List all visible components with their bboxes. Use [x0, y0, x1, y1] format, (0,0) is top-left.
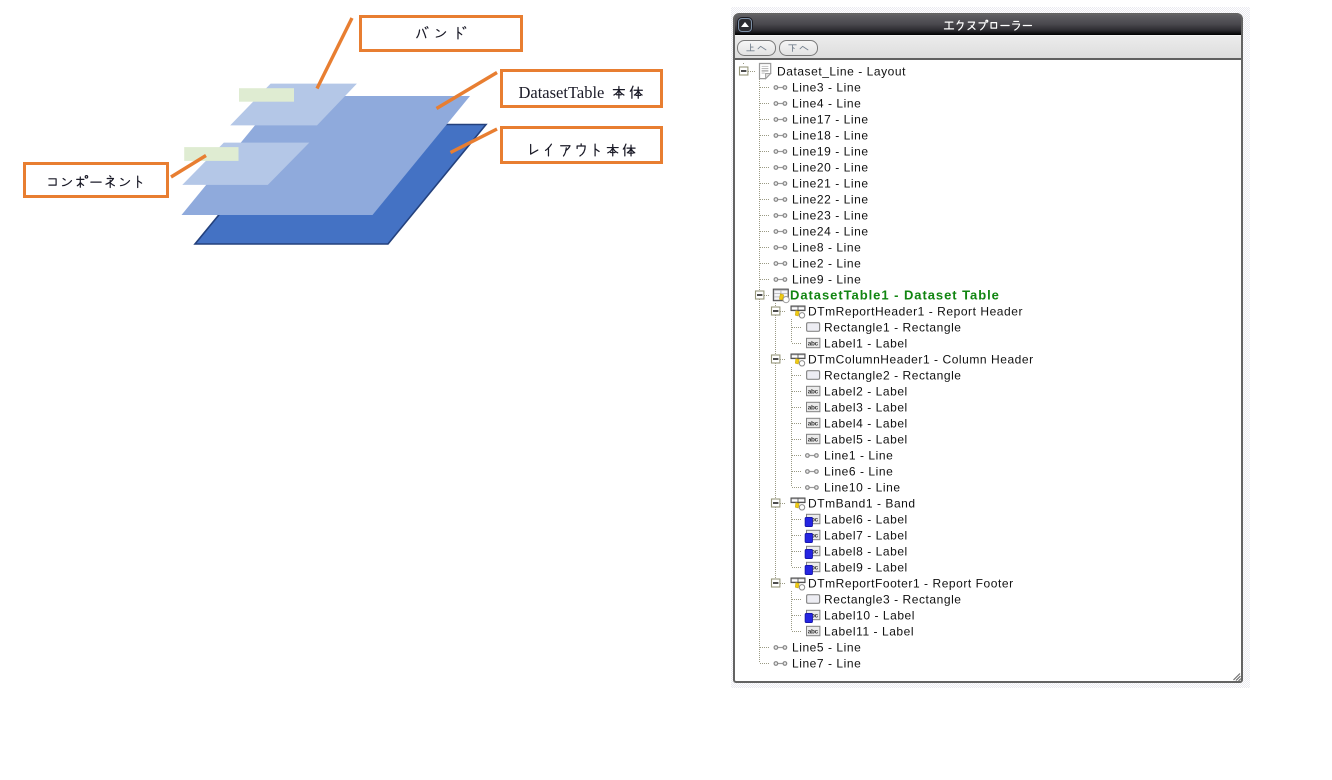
svg-text:Line4 - Line: Line4 - Line: [792, 97, 861, 111]
svg-text:Label6 - Label: Label6 - Label: [824, 513, 908, 527]
svg-text:Label11 - Label: Label11 - Label: [824, 625, 914, 639]
svg-text:Rectangle2 - Rectangle: Rectangle2 - Rectangle: [824, 369, 962, 383]
svg-text:Line9 - Line: Line9 - Line: [792, 273, 861, 287]
svg-text:Label2 - Label: Label2 - Label: [824, 385, 908, 399]
svg-text:Line2 - Line: Line2 - Line: [792, 257, 861, 271]
svg-text:DTmBand1 - Band: DTmBand1 - Band: [808, 497, 916, 511]
svg-text:Label8 - Label: Label8 - Label: [824, 545, 908, 559]
svg-text:Label3 - Label: Label3 - Label: [824, 401, 908, 415]
svg-text:Line10 - Line: Line10 - Line: [824, 481, 901, 495]
svg-text:Line22 - Line: Line22 - Line: [792, 193, 869, 207]
svg-text:Line7 - Line: Line7 - Line: [792, 657, 861, 671]
svg-text:Line17 - Line: Line17 - Line: [792, 113, 869, 127]
svg-text:Line20 - Line: Line20 - Line: [792, 161, 869, 175]
svg-text:Label9 - Label: Label9 - Label: [824, 561, 908, 575]
svg-text:DTmColumnHeader1 - Column Head: DTmColumnHeader1 - Column Header: [808, 353, 1034, 367]
svg-text:DatasetTable1 - Dataset Table: DatasetTable1 - Dataset Table: [790, 288, 1000, 303]
svg-text:Line21 - Line: Line21 - Line: [792, 177, 869, 191]
svg-text:Line8 - Line: Line8 - Line: [792, 241, 861, 255]
svg-text:Line3 - Line: Line3 - Line: [792, 81, 861, 95]
svg-text:Label4 - Label: Label4 - Label: [824, 417, 908, 431]
svg-text:Label10 - Label: Label10 - Label: [824, 609, 915, 623]
svg-text:Line18 - Line: Line18 - Line: [792, 129, 869, 143]
svg-text:Label1 - Label: Label1 - Label: [824, 337, 908, 351]
svg-text:Line23 - Line: Line23 - Line: [792, 209, 869, 223]
svg-text:Rectangle1 - Rectangle: Rectangle1 - Rectangle: [824, 321, 962, 335]
svg-text:Line6 - Line: Line6 - Line: [824, 465, 893, 479]
svg-text:Dataset_Line - Layout: Dataset_Line - Layout: [777, 65, 906, 79]
svg-text:Label5 - Label: Label5 - Label: [824, 433, 908, 447]
svg-text:DTmReportHeader1 - Report Head: DTmReportHeader1 - Report Header: [808, 305, 1023, 319]
svg-text:Label7 - Label: Label7 - Label: [824, 529, 908, 543]
svg-text:Rectangle3 - Rectangle: Rectangle3 - Rectangle: [824, 593, 962, 607]
svg-text:Line1 - Line: Line1 - Line: [824, 449, 893, 463]
svg-text:Line24 - Line: Line24 - Line: [792, 225, 869, 239]
svg-text:DTmReportFooter1 - Report Foot: DTmReportFooter1 - Report Footer: [808, 577, 1014, 591]
svg-text:Line5 - Line: Line5 - Line: [792, 641, 861, 655]
svg-text:Line19 - Line: Line19 - Line: [792, 145, 869, 159]
